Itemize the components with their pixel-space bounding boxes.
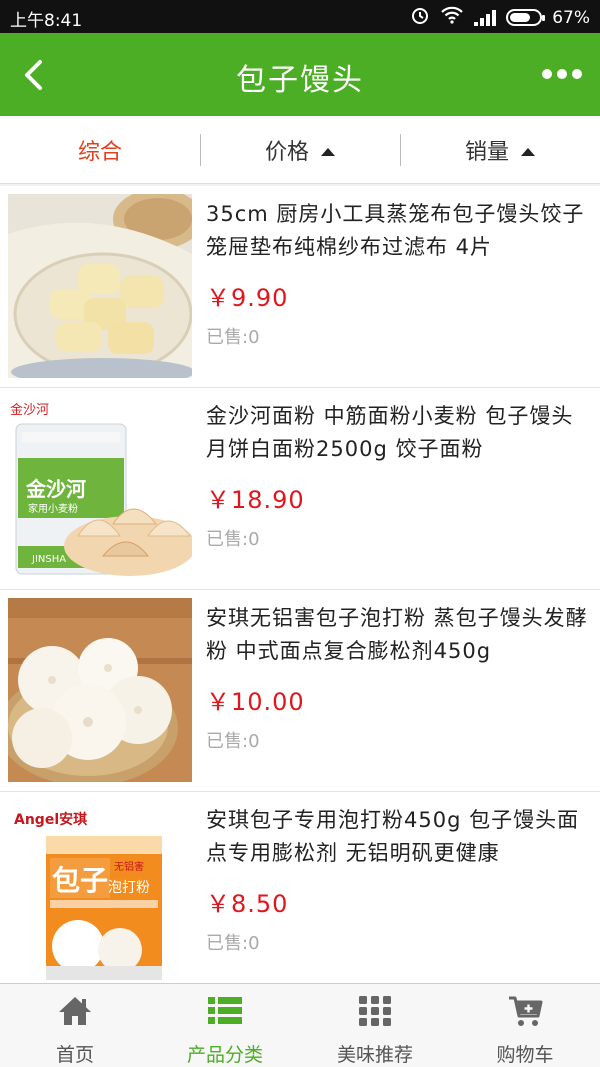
tab-recommend[interactable]: 美味推荐	[300, 984, 450, 1067]
more-dot-icon	[557, 69, 567, 79]
tab-label: 首页	[55, 1044, 94, 1066]
product-sold-count: 已售:0	[206, 933, 260, 954]
product-price: ￥9.90	[206, 284, 289, 312]
product-title: 35cm 厨房小工具蒸笼布包子馒头饺子笼屉垫布纯棉纱布过滤布 4片	[206, 202, 585, 259]
product-item[interactable]: 金沙河 金沙河 家用小麦粉 JINSHA 金沙河面粉 中筋面粉小麦粉 包子馒头月…	[0, 388, 600, 590]
sort-arrow-up-icon	[521, 147, 535, 156]
sort-tab-comprehensive[interactable]: 综合	[0, 116, 200, 183]
box-title-text: 包子	[52, 864, 108, 897]
tab-home[interactable]: 首页	[0, 984, 150, 1067]
product-price: ￥10.00	[206, 688, 305, 716]
brand-logo-text: 金沙河	[10, 402, 49, 418]
app-header: 包子馒头	[0, 33, 600, 116]
brand-logo-text: Angel安琪	[14, 811, 87, 828]
product-image[interactable]: 金沙河 金沙河 家用小麦粉 JINSHA	[8, 396, 192, 580]
box-tag-text: 无铝害	[114, 860, 144, 873]
cart-icon	[509, 996, 543, 1026]
tab-label: 产品分类	[186, 1044, 263, 1066]
product-item[interactable]: 安琪无铝害包子泡打粉 蒸包子馒头发酵粉 中式面点复合膨松剂450g ￥10.00…	[0, 590, 600, 792]
product-sold-count: 已售:0	[206, 529, 260, 550]
grid-icon	[359, 996, 391, 1026]
bag-sub-text: 家用小麦粉	[28, 502, 78, 515]
product-list: 35cm 厨房小工具蒸笼布包子馒头饺子笼屉垫布纯棉纱布过滤布 4片 ￥9.90 …	[0, 186, 600, 994]
tab-label: 美味推荐	[336, 1044, 413, 1066]
sort-bar: 综合 价格 销量	[0, 116, 600, 184]
tab-cart[interactable]: 购物车	[450, 984, 600, 1067]
sort-tab-sales[interactable]: 销量	[400, 116, 600, 183]
box-sub-text: 泡打粉	[108, 879, 150, 896]
bag-brand-text: 金沙河	[25, 477, 86, 501]
page-title: 包子馒头	[236, 63, 364, 98]
sort-tab-label: 价格	[264, 139, 309, 165]
bottom-tab-bar: 首页 产品分类 美味推荐 购物车	[0, 983, 600, 1067]
more-button[interactable]	[538, 57, 586, 91]
status-bar: 上午8:41 67%	[0, 0, 600, 33]
tab-label: 购物车	[496, 1044, 554, 1066]
tab-product-category[interactable]: 产品分类	[150, 984, 300, 1067]
more-dot-icon	[542, 69, 552, 79]
signal-icon	[474, 9, 497, 26]
more-dot-icon	[572, 69, 582, 79]
battery-level: 67%	[552, 7, 590, 28]
sort-tab-label: 综合	[77, 139, 122, 165]
home-icon	[59, 997, 91, 1025]
status-time: 上午8:41	[10, 11, 83, 31]
product-image[interactable]	[8, 598, 192, 782]
wifi-icon	[440, 6, 464, 29]
product-item[interactable]: 35cm 厨房小工具蒸笼布包子馒头饺子笼屉垫布纯棉纱布过滤布 4片 ￥9.90 …	[0, 186, 600, 388]
product-image[interactable]	[8, 194, 192, 378]
product-title: 安琪无铝害包子泡打粉 蒸包子馒头发酵粉 中式面点复合膨松剂450g	[206, 606, 588, 663]
product-title: 金沙河面粉 中筋面粉小麦粉 包子馒头月饼白面粉2500g 饺子面粉	[206, 404, 574, 461]
product-image[interactable]: Angel安琪 包子 无铝害 泡打粉	[8, 800, 192, 984]
battery-icon	[506, 9, 546, 26]
sort-arrow-up-icon	[321, 147, 335, 156]
alarm-icon	[410, 5, 430, 30]
product-sold-count: 已售:0	[206, 327, 260, 348]
product-item[interactable]: Angel安琪 包子 无铝害 泡打粉 安琪包子专用泡打粉450g 包子馒头面点专…	[0, 792, 600, 994]
list-icon	[208, 997, 242, 1024]
sort-tab-label: 销量	[464, 139, 509, 165]
sort-tab-price[interactable]: 价格	[200, 116, 400, 183]
bag-footer-text: JINSHA	[31, 554, 66, 565]
product-price: ￥18.90	[206, 486, 305, 514]
product-sold-count: 已售:0	[206, 731, 260, 752]
product-price: ￥8.50	[206, 890, 289, 918]
product-title: 安琪包子专用泡打粉450g 包子馒头面点专用膨松剂 无铝明矾更健康	[206, 808, 580, 865]
